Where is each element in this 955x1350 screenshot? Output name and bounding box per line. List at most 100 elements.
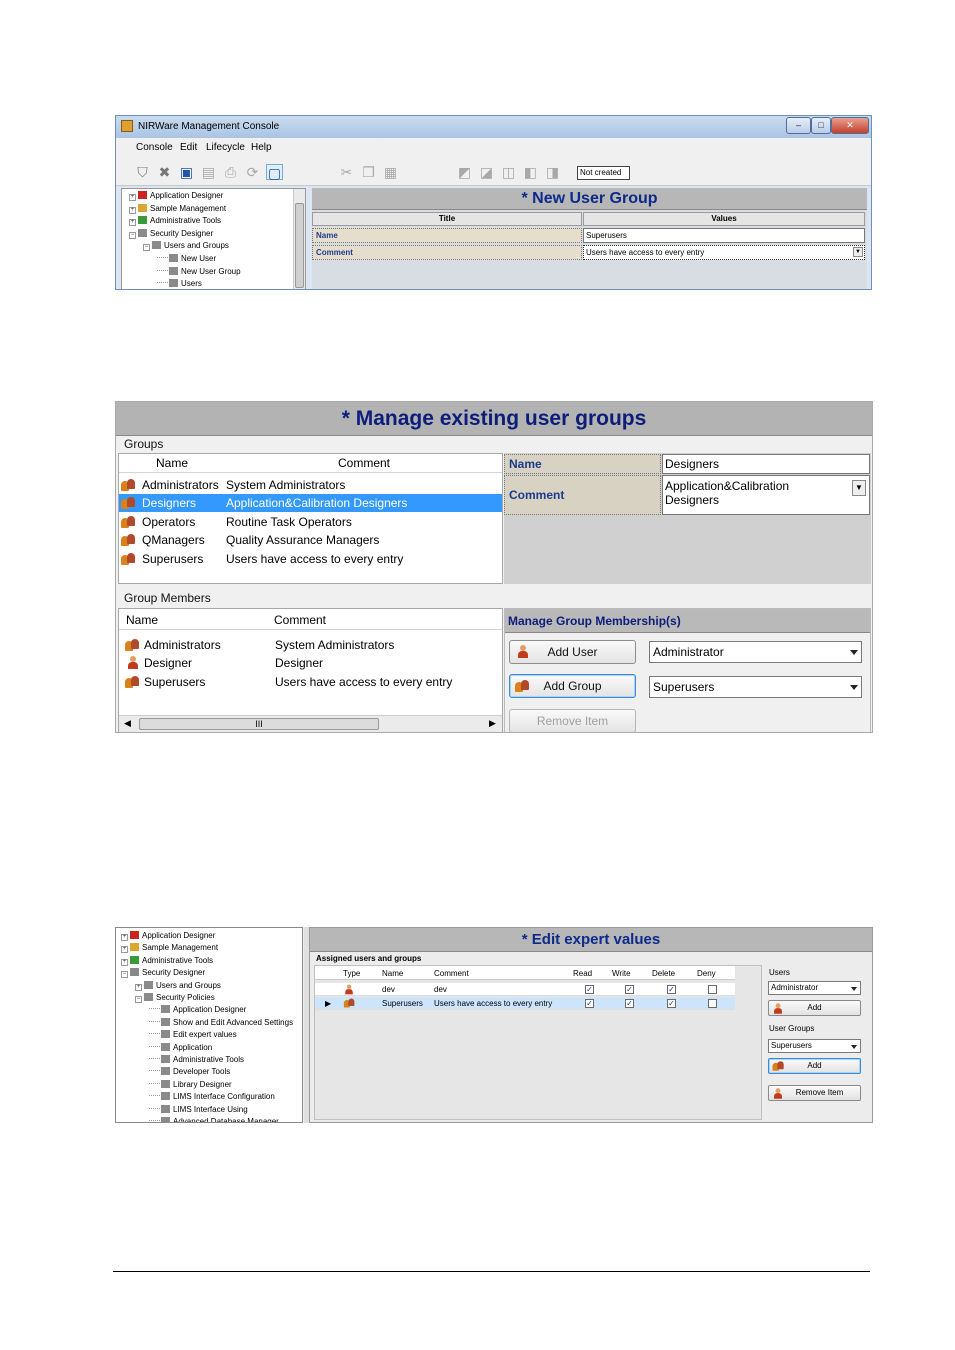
read-checkbox[interactable]: ✓ (585, 999, 594, 1008)
tree-item[interactable]: Application Designer (149, 1005, 246, 1015)
save-all-icon[interactable]: ▤ (200, 164, 217, 180)
member-row[interactable]: Administrators System Administrators (119, 636, 502, 654)
expand-icon[interactable]: + (121, 934, 128, 941)
tree-item[interactable]: Administrative Tools (149, 1055, 244, 1065)
checkin-icon[interactable]: ◩ (456, 164, 473, 180)
remove-item-button[interactable]: Remove Item (509, 709, 636, 732)
group-row[interactable]: QManagers Quality Assurance Managers (119, 531, 502, 549)
delete-checkbox[interactable]: ✓ (667, 985, 676, 994)
collapse-icon[interactable]: − (135, 996, 142, 1003)
members-hscrollbar[interactable]: ◀ III ▶ (119, 715, 502, 732)
user-select[interactable]: Administrator (649, 641, 862, 663)
prop-comment-input[interactable]: Application&Calibration Designers ▼ (662, 475, 870, 515)
col-read[interactable]: Read (573, 968, 592, 979)
tree-item[interactable]: Edit expert values (149, 1030, 237, 1040)
members-col-comment[interactable]: Comment (274, 611, 326, 630)
chevron-down-icon[interactable]: ▼ (853, 247, 863, 257)
expand-icon[interactable]: + (129, 219, 136, 227)
group-row[interactable]: Operators Routine Task Operators (119, 513, 502, 531)
checkout-icon[interactable]: ◪ (478, 164, 495, 180)
tree-item[interactable]: Show and Edit Advanced Settings (149, 1017, 293, 1028)
remove-item-button[interactable]: Remove Item (768, 1085, 861, 1101)
delete-checkbox[interactable]: ✓ (667, 999, 676, 1008)
scroll-left-icon[interactable]: ◀ (124, 718, 131, 729)
print-icon[interactable]: ⎙ (222, 164, 239, 180)
expand-icon[interactable]: + (135, 983, 142, 991)
write-checkbox[interactable]: ✓ (625, 999, 634, 1008)
groups-col-name[interactable]: Name (156, 454, 188, 473)
delete-icon[interactable]: ✖ (156, 164, 173, 180)
tree-item[interactable]: LIMS Interface Using (149, 1104, 248, 1115)
collapse-icon[interactable]: − (129, 231, 136, 239)
tree-item[interactable]: − Security Policies (135, 993, 215, 1003)
tree-item[interactable]: + Application Designer (129, 191, 223, 201)
name-field-input[interactable]: Superusers (583, 228, 865, 243)
group-select[interactable]: Superusers (649, 676, 862, 698)
collapse-icon[interactable]: − (121, 971, 128, 979)
expand-icon[interactable]: + (129, 206, 136, 214)
tree-item[interactable]: New User Group (157, 266, 241, 277)
database-icon[interactable]: ◫ (500, 164, 517, 180)
add-group-button[interactable]: Add (768, 1058, 861, 1074)
tree-item[interactable]: Developer Tools (149, 1067, 230, 1077)
add-user-button[interactable]: Add User (509, 640, 636, 664)
menu-edit[interactable]: Edit (180, 142, 197, 153)
col-deny[interactable]: Deny (697, 968, 716, 979)
tree-item[interactable]: LIMS Interface Configuration (149, 1092, 275, 1102)
cut-icon[interactable]: ✂ (338, 164, 355, 180)
add-group-button[interactable]: Add Group (509, 674, 636, 698)
tree-item[interactable]: New User (157, 254, 216, 264)
members-col-name[interactable]: Name (126, 611, 158, 630)
tree-item[interactable]: Users (157, 279, 202, 289)
collapse-icon[interactable]: − (143, 244, 150, 252)
member-row[interactable]: Superusers Users have access to every ent… (119, 673, 502, 691)
tree-item[interactable]: Application (149, 1042, 212, 1053)
export-icon[interactable]: ◨ (544, 164, 561, 180)
tree-item[interactable]: Advanced Database Manager (149, 1117, 279, 1122)
group-row[interactable]: Superusers Users have access to every ent… (119, 550, 502, 568)
scroll-right-icon[interactable]: ▶ (489, 718, 496, 729)
save-icon[interactable]: ▣ (178, 164, 195, 180)
menu-lifecycle[interactable]: Lifecycle (206, 142, 245, 153)
grid-row[interactable]: ▶ Superusers Users have access to every en… (315, 997, 735, 1010)
tree-scroll-thumb[interactable] (295, 203, 304, 288)
expand-icon[interactable]: + (121, 958, 128, 966)
maximize-button[interactable]: □ (811, 117, 831, 134)
scroll-thumb[interactable]: III (139, 718, 379, 730)
tree-scrollbar[interactable] (293, 189, 305, 289)
prop-name-input[interactable]: Designers (662, 454, 870, 474)
close-button[interactable]: ✕ (831, 117, 869, 134)
col-delete[interactable]: Delete (652, 968, 675, 979)
col-comment[interactable]: Comment (434, 968, 469, 979)
tree-item[interactable]: + Sample Management (129, 203, 226, 214)
add-user-button[interactable]: Add (768, 1000, 861, 1016)
chevron-down-icon[interactable]: ▼ (852, 480, 866, 496)
expand-icon[interactable]: + (129, 194, 136, 201)
col-write[interactable]: Write (612, 968, 631, 979)
new-icon[interactable]: ⛉ (134, 164, 151, 180)
groups-select[interactable]: Superusers (768, 1039, 861, 1053)
users-select[interactable]: Administrator (768, 981, 861, 995)
refresh-icon[interactable]: ⟳ (244, 164, 261, 180)
member-row[interactable]: Designer Designer (119, 654, 502, 672)
expand-icon[interactable]: + (121, 946, 128, 954)
col-type[interactable]: Type (343, 968, 360, 979)
read-checkbox[interactable]: ✓ (585, 985, 594, 994)
stack-icon[interactable]: ◧ (522, 164, 539, 180)
grid-row[interactable]: dev dev ✓ ✓ ✓ (315, 983, 735, 996)
deny-checkbox[interactable] (708, 999, 717, 1008)
comment-field-input[interactable]: Users have access to every entry ▼ (583, 245, 865, 260)
group-row[interactable]: Administrators System Administrators (119, 476, 502, 494)
minimize-button[interactable]: – (786, 117, 811, 134)
tree-item[interactable]: + Application Designer (121, 931, 215, 941)
tree-item[interactable]: + Users and Groups (135, 980, 221, 991)
group-row[interactable]: Designers Application&Calibration Designe… (119, 494, 502, 513)
tree-item[interactable]: + Administrative Tools (121, 955, 213, 966)
tree-item[interactable]: − Users and Groups (143, 241, 229, 252)
col-name[interactable]: Name (382, 968, 403, 979)
copy-icon[interactable]: ❐ (360, 164, 377, 180)
tree-item[interactable]: Library Designer (149, 1079, 232, 1090)
deny-checkbox[interactable] (708, 985, 717, 994)
groups-col-comment[interactable]: Comment (338, 454, 390, 473)
tree-item[interactable]: + Sample Management (121, 943, 218, 954)
